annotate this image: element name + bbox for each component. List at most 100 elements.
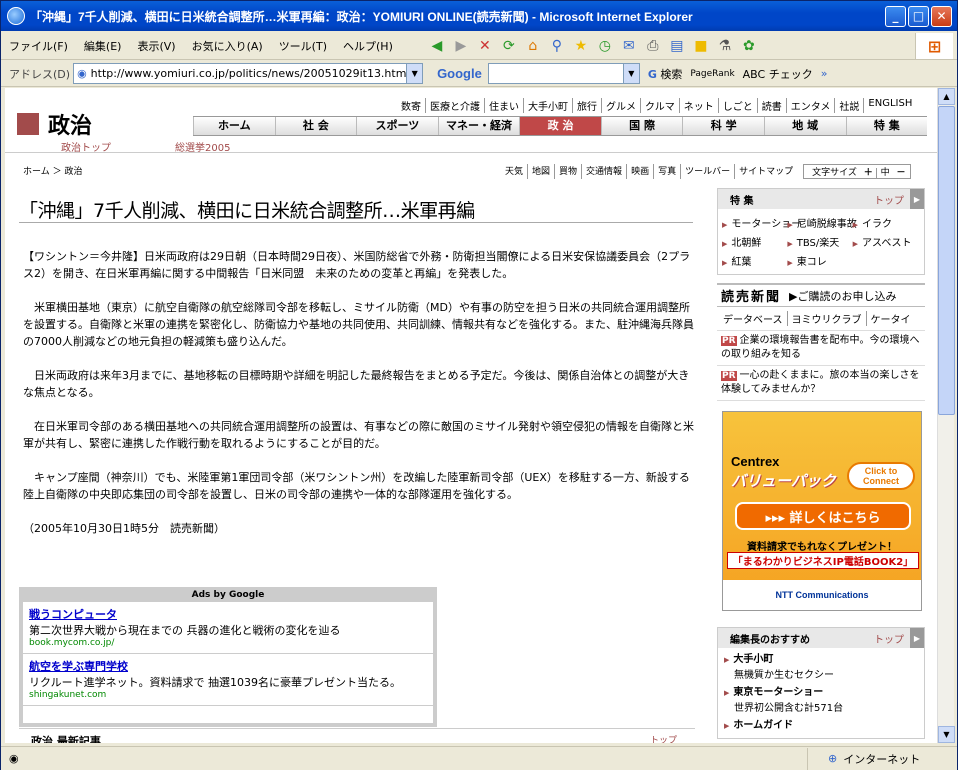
top-link[interactable]: 医療と介護 bbox=[425, 98, 484, 113]
pr-item[interactable]: PR 一心の赴くままに。旅の本当の楽しさを体験してみませんか？ bbox=[717, 366, 925, 401]
special-tag[interactable]: モーターショー bbox=[722, 213, 801, 232]
home-icon[interactable]: ⌂ bbox=[521, 35, 545, 57]
close-button[interactable]: ✕ bbox=[931, 5, 952, 27]
mail-icon[interactable]: ✉ bbox=[617, 35, 641, 57]
minimize-button[interactable]: _ bbox=[885, 5, 906, 27]
special-tag[interactable]: アスベスト bbox=[853, 232, 918, 251]
top-link[interactable]: しごと bbox=[717, 98, 757, 113]
print-icon[interactable]: ⎙ bbox=[641, 35, 665, 57]
special-tag[interactable]: 紅葉 bbox=[722, 251, 787, 270]
utility-link[interactable]: 映画 bbox=[626, 164, 653, 179]
font-minus-icon[interactable]: － bbox=[897, 168, 906, 178]
top-link[interactable]: 数寄 bbox=[397, 98, 425, 113]
messenger-icon[interactable]: ✿ bbox=[737, 35, 761, 57]
stop-icon[interactable]: ✕ bbox=[473, 35, 497, 57]
nav-tab[interactable]: 国 際 bbox=[600, 117, 683, 135]
top-link[interactable]: 大手小町 bbox=[523, 98, 572, 113]
history-icon[interactable]: ◷ bbox=[593, 35, 617, 57]
rec-subtitle[interactable]: 世界初公開含む計571台 bbox=[724, 701, 918, 716]
recs-top-link[interactable]: トップ bbox=[874, 631, 904, 646]
address-dropdown-icon[interactable]: ▼ bbox=[406, 64, 423, 83]
utility-link[interactable]: 地図 bbox=[527, 164, 554, 179]
maximize-button[interactable]: □ bbox=[908, 5, 929, 27]
ad-title[interactable]: 戦うコンピュータ bbox=[29, 606, 427, 622]
scroll-thumb[interactable] bbox=[938, 106, 955, 415]
top-link[interactable]: 住まい bbox=[484, 98, 523, 113]
font-plus-icon[interactable]: ＋ bbox=[864, 168, 873, 178]
arrow-right-icon[interactable]: ▶ bbox=[910, 189, 924, 209]
top-link[interactable]: グルメ bbox=[601, 98, 640, 113]
special-top-link[interactable]: トップ bbox=[874, 192, 904, 207]
ads-title[interactable]: Ads by Google bbox=[23, 591, 433, 602]
google-search-input[interactable]: ▼ bbox=[487, 63, 640, 84]
special-tag[interactable]: 尼崎脱線事故 bbox=[787, 213, 857, 232]
pr-item[interactable]: PR 企業の環境報告書を配布中。今の環境への取り組みを知る bbox=[717, 331, 925, 366]
favorites-icon[interactable]: ★ bbox=[569, 35, 593, 57]
ad-url[interactable]: shingakunet.com bbox=[29, 690, 427, 700]
rec-title[interactable]: ホームガイド bbox=[724, 718, 918, 734]
top-link[interactable]: 旅行 bbox=[572, 98, 601, 113]
top-link[interactable]: ENGLISH bbox=[863, 98, 916, 113]
nav-tab[interactable]: 社 会 bbox=[274, 117, 357, 135]
utility-link[interactable]: 交通情報 bbox=[581, 164, 626, 179]
nav-tab[interactable]: スポーツ bbox=[356, 117, 438, 135]
ad-url[interactable]: book.mycom.co.jp/ bbox=[29, 638, 427, 648]
special-tag[interactable]: イラク bbox=[853, 213, 918, 232]
menu-item[interactable]: お気に入り(A) bbox=[184, 38, 271, 54]
address-input[interactable]: ◉ http://www.yomiuri.co.jp/politics/news… bbox=[73, 63, 424, 84]
top-link[interactable]: エンタメ bbox=[785, 98, 835, 113]
rec-title[interactable]: 東京モーターショー bbox=[724, 685, 918, 701]
nav-tab[interactable]: 特 集 bbox=[845, 117, 928, 135]
menu-item[interactable]: 表示(V) bbox=[129, 38, 183, 54]
service-link[interactable]: ケータイ bbox=[865, 311, 915, 326]
special-tag[interactable]: 北朝鮮 bbox=[722, 232, 787, 251]
subscribe-banner[interactable]: 読売新聞 ▶ご購読のお申し込み bbox=[717, 283, 925, 307]
special-tag[interactable]: 東コレ bbox=[787, 251, 852, 270]
discuss-icon[interactable]: ■ bbox=[689, 35, 713, 57]
utility-link[interactable]: 買物 bbox=[554, 164, 581, 179]
service-link[interactable]: ヨミウリクラブ bbox=[786, 311, 866, 326]
google-logo[interactable]: Google bbox=[437, 66, 482, 81]
forward-icon[interactable]: ▶ bbox=[449, 35, 473, 57]
scroll-up-icon[interactable]: ▲ bbox=[938, 88, 955, 105]
menu-item[interactable]: ファイル(F) bbox=[1, 38, 76, 54]
top-link[interactable]: 社説 bbox=[834, 98, 863, 113]
nav-tab[interactable]: マネー・経済 bbox=[437, 117, 520, 135]
research-icon[interactable]: ⚗ bbox=[713, 35, 737, 57]
top-link[interactable]: クルマ bbox=[640, 98, 679, 113]
arrow-right-icon[interactable]: ▶ bbox=[910, 628, 924, 648]
top-link[interactable]: 読書 bbox=[756, 98, 786, 113]
edit-icon[interactable]: ▤ bbox=[665, 35, 689, 57]
ad-title[interactable]: 航空を学ぶ専門学校 bbox=[29, 658, 427, 674]
spellcheck-button[interactable]: ABC チェック bbox=[743, 66, 813, 82]
menu-item[interactable]: ツール(T) bbox=[271, 38, 335, 54]
service-link[interactable]: データベース bbox=[719, 311, 787, 326]
breadcrumb[interactable]: ホーム ＞ 政治 bbox=[23, 164, 82, 177]
nav-tab[interactable]: 政 治 bbox=[519, 117, 601, 135]
refresh-icon[interactable]: ⟳ bbox=[497, 35, 521, 57]
utility-link[interactable]: 写真 bbox=[653, 164, 680, 179]
scroll-down-icon[interactable]: ▼ bbox=[938, 726, 955, 743]
google-search-button[interactable]: G 検索 bbox=[648, 66, 683, 82]
subscribe-link[interactable]: ▶ご購読のお申し込み bbox=[789, 288, 896, 304]
pagerank-indicator[interactable]: PageRank bbox=[690, 69, 734, 79]
banner-details-button[interactable]: ▸▸▸ 詳しくはこちら bbox=[735, 502, 911, 530]
nav-tab[interactable]: 地 域 bbox=[763, 117, 846, 135]
google-dropdown-icon[interactable]: ▼ bbox=[622, 64, 639, 83]
search-icon[interactable]: ⚲ bbox=[545, 35, 569, 57]
rec-title[interactable]: 大手小町 bbox=[724, 652, 918, 668]
more-icon[interactable]: » bbox=[821, 67, 828, 80]
back-icon[interactable]: ◀ bbox=[425, 35, 449, 57]
special-tag[interactable]: TBS/楽天 bbox=[787, 232, 852, 251]
utility-link[interactable]: 天気 bbox=[501, 164, 527, 179]
nav-tab[interactable]: 科 学 bbox=[682, 117, 764, 135]
menu-item[interactable]: ヘルプ(H) bbox=[335, 38, 401, 54]
utility-link[interactable]: ツールバー bbox=[680, 164, 734, 179]
latest-top-link[interactable]: トップ bbox=[650, 733, 677, 743]
menu-item[interactable]: 編集(E) bbox=[76, 38, 130, 54]
nav-tab[interactable]: ホーム bbox=[193, 117, 275, 135]
font-medium-button[interactable]: 中 bbox=[875, 168, 894, 178]
utility-link[interactable]: サイトマップ bbox=[734, 164, 797, 179]
ad-banner-centrex[interactable]: Centrex バリューパック Click to Connect ▸▸▸ 詳しく… bbox=[722, 411, 922, 611]
vertical-scrollbar[interactable]: ▲ ▼ bbox=[937, 88, 955, 743]
